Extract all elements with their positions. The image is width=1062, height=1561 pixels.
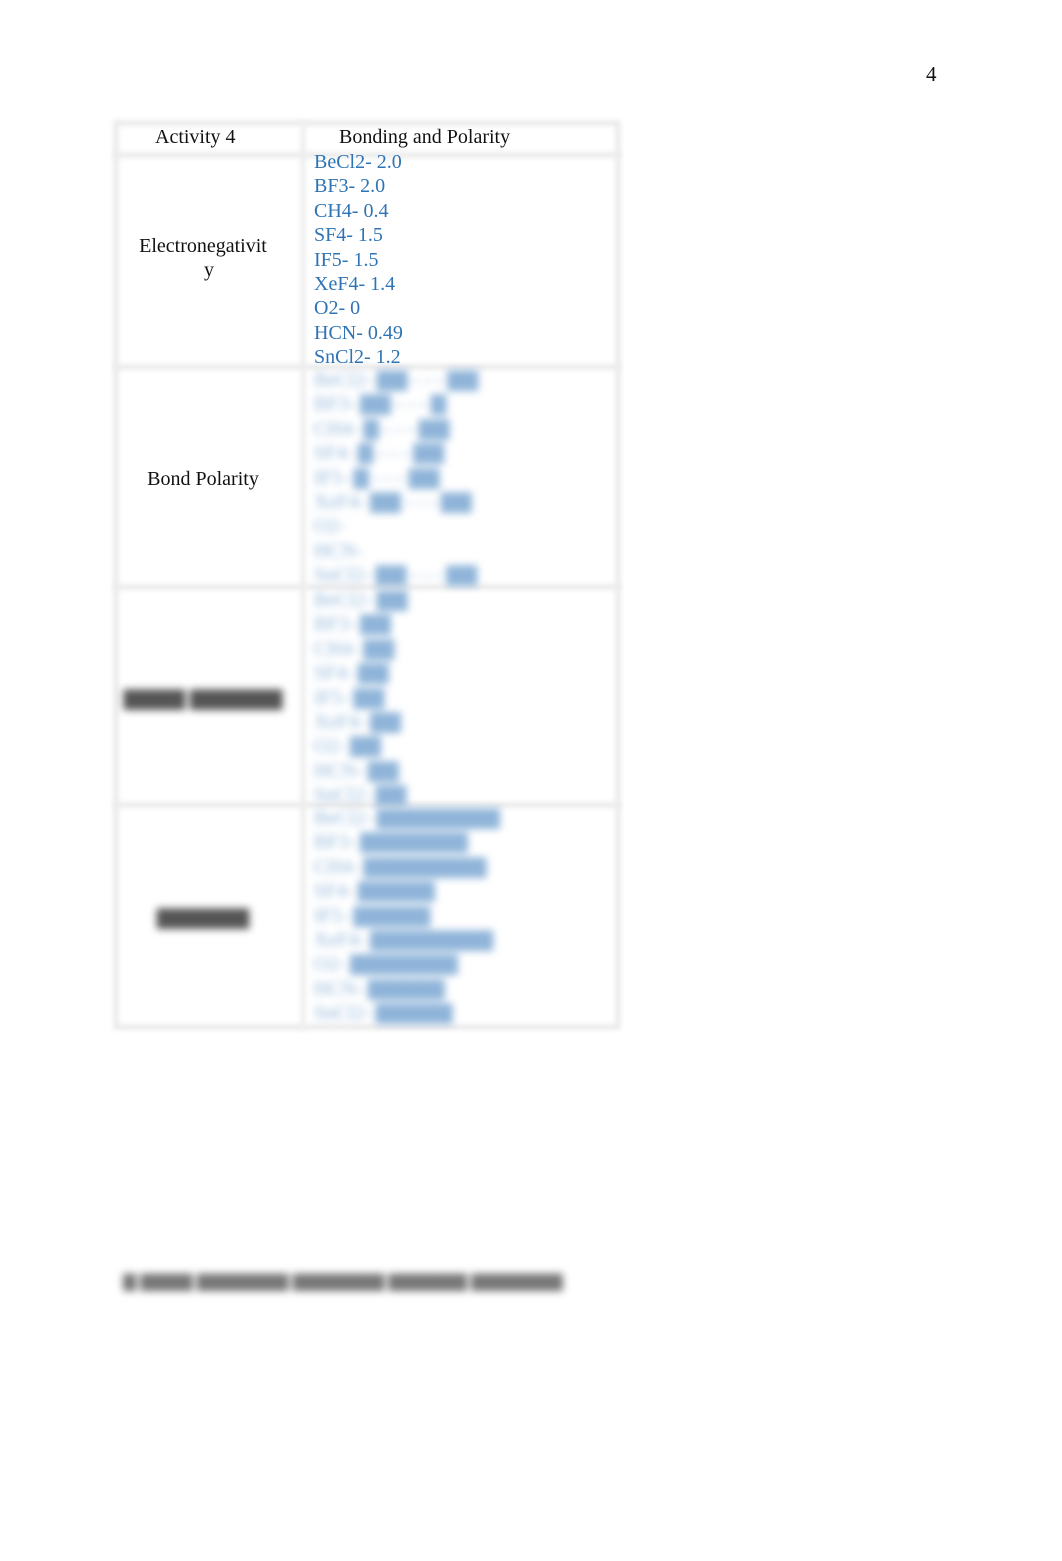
row-label-bond-polarity: Bond Polarity (147, 468, 259, 490)
header-activity: Activity 4 (155, 126, 236, 148)
value-item: IF5- 1.5 (314, 248, 379, 271)
value-item: SnCl2- 1.2 (314, 346, 401, 369)
row-label-wrap: y (204, 259, 214, 281)
value-item: XeF4- ▇▇ (314, 711, 401, 734)
value-item: XeF4- ▇▇ - - - ▇▇ (314, 491, 472, 514)
value-item: IF5- ▇▇ (314, 686, 385, 709)
value-item: BF3- 2.0 (314, 175, 386, 198)
value-item: O2- ▇▇ (314, 735, 381, 758)
value-item: SnCl2- ▇▇ (314, 784, 407, 807)
value-item: SF4- ▇▇▇▇▇ (314, 880, 435, 903)
value-item: HCN- (314, 539, 363, 562)
value-item: SnCl2- ▇▇ - - - ▇▇ (314, 564, 478, 587)
value-item: CH4- ▇▇▇▇▇▇▇▇ (314, 855, 487, 878)
value-item: CH4- 0.4 (314, 199, 389, 222)
value-item: BF3- ▇▇▇▇▇▇▇ (314, 831, 468, 854)
value-item: SF4- 1.5 (314, 224, 383, 247)
copyright-footer: ▇ ▇▇▇▇ ▇▇▇▇▇▇▇ ▇▇▇▇▇▇▇ ▇▇▇▇▇▇ ▇▇▇▇▇▇▇ (123, 1272, 563, 1291)
value-item: BeCl2- 2.0 (314, 151, 402, 173)
value-item: SnCl2- ▇▇▇▇▇ (314, 1002, 453, 1025)
header-title: Bonding and Polarity (339, 126, 511, 148)
value-item: CH4- ▇ - - - ▇▇ (314, 417, 450, 440)
obscured-values: BeCl2- ▇▇▇▇▇▇▇▇ BF3- ▇▇▇▇▇▇▇ CH4- ▇▇▇▇▇▇… (314, 806, 500, 1026)
value-item: BeCl2- ▇▇ (314, 589, 408, 611)
value-item: O2- ▇▇▇▇▇▇▇ (314, 953, 458, 976)
value-item: SF4- ▇ - - - ▇▇ (314, 442, 445, 465)
value-item: IF5- ▇▇▇▇▇ (314, 904, 431, 927)
electronegativity-values: BeCl2- 2.0 BF3- 2.0 CH4- 0.4 SF4- 1.5 IF… (314, 150, 403, 370)
value-item: HCN- ▇▇▇▇▇ (314, 977, 445, 1000)
page-number: 4 (926, 62, 937, 86)
row-label-obscured: ▇▇▇▇▇▇ (156, 907, 250, 929)
value-item: BeCl2- ▇▇ - - - ▇▇ (314, 369, 479, 391)
value-item: XeF4- 1.4 (314, 273, 396, 296)
row-label-obscured: ▇▇▇▇ ▇▇▇▇▇▇ (123, 688, 283, 710)
value-item: SF4- ▇▇ (314, 662, 389, 685)
value-item: BeCl2- ▇▇▇▇▇▇▇▇ (314, 807, 500, 829)
obscured-values: BeCl2- ▇▇ BF3- ▇▇ CH4- ▇▇ SF4- ▇▇ IF5- ▇… (314, 588, 408, 808)
value-item: HCN- 0.49 (314, 321, 403, 344)
column-divider (300, 120, 306, 1030)
value-item: CH4- ▇▇ (314, 637, 395, 660)
value-item: BF3- ▇▇ (314, 613, 391, 636)
value-item: O2- 0 (314, 297, 361, 320)
value-item: IF5- ▇ - - - ▇▇ (314, 466, 440, 489)
bond-polarity-values: BeCl2- ▇▇ - - - ▇▇ BF3- ▇▇ - - - ▇ CH4- … (314, 368, 478, 588)
row-label-electronegativity: Electronegativit y (113, 234, 293, 282)
row-label-text: Electronegativit (139, 235, 267, 257)
value-item: HCN- ▇▇ (314, 759, 399, 782)
value-item: XeF4- ▇▇▇▇▇▇▇▇ (314, 929, 494, 952)
value-item: O2- (314, 515, 346, 538)
value-item: BF3- ▇▇ - - - ▇ (314, 393, 447, 416)
